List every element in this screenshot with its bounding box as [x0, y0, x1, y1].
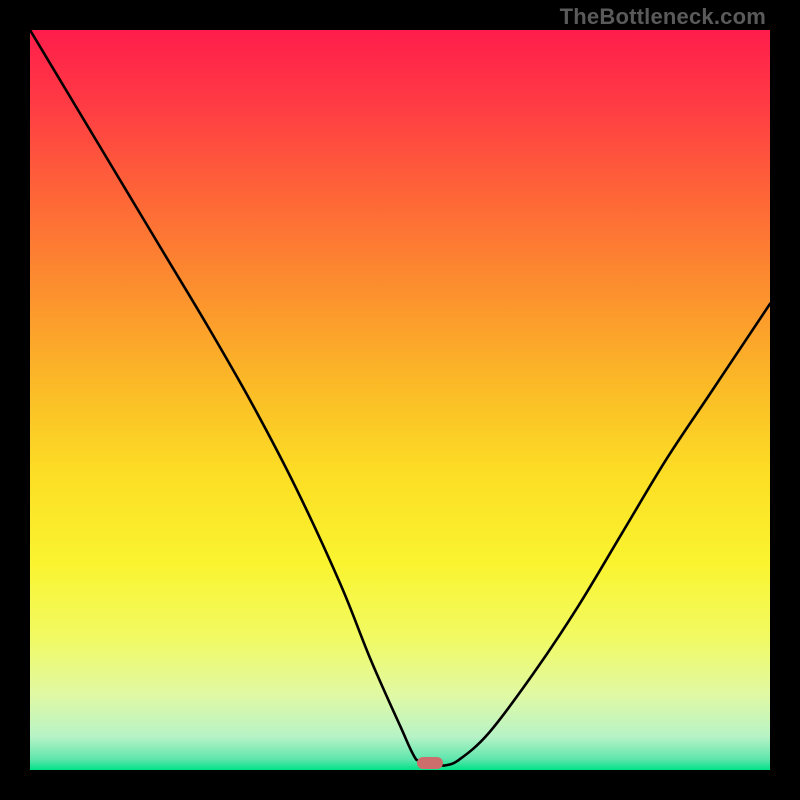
- chart-frame: TheBottleneck.com: [0, 0, 800, 800]
- plot-area: [30, 30, 770, 770]
- bottleneck-curve: [30, 30, 770, 766]
- watermark-text: TheBottleneck.com: [560, 4, 766, 30]
- curve-layer: [30, 30, 770, 770]
- bottleneck-marker: [417, 757, 443, 769]
